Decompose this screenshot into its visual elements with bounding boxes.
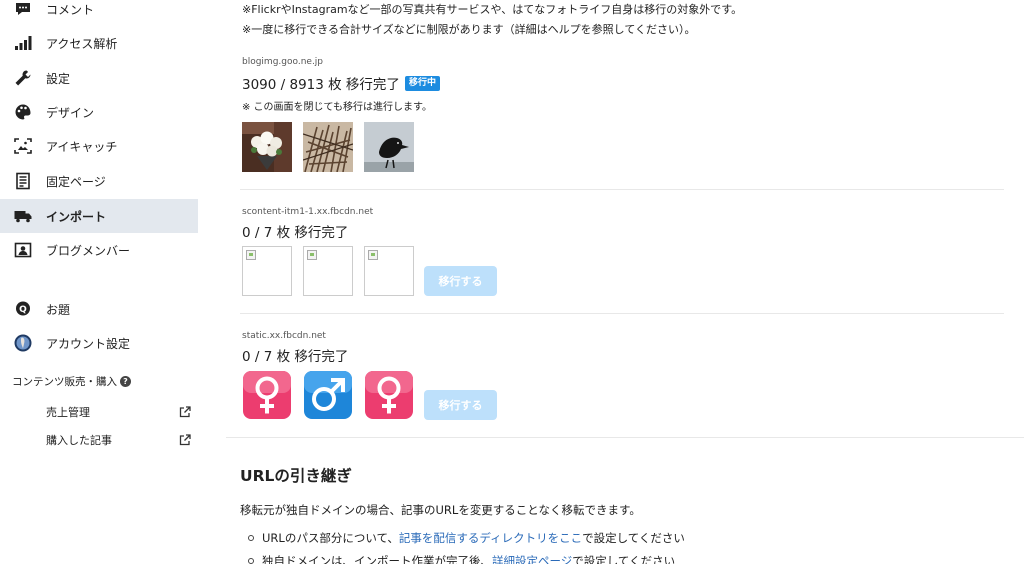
image-thumbnail	[364, 122, 414, 172]
broken-image-thumbnail	[242, 246, 292, 296]
source-domain: scontent-itm1-1.xx.fbcdn.net	[242, 207, 374, 217]
sidebar-item-label: お題	[46, 302, 71, 317]
document-icon	[12, 172, 34, 190]
section-divider	[240, 189, 1004, 190]
source-domain: blogimg.goo.ne.jp	[242, 57, 324, 67]
wrench-icon	[12, 69, 34, 87]
sidebar-item-label: アイキャッチ	[46, 139, 118, 154]
migration-status: 0 / 7 枚 移行完了	[242, 225, 349, 241]
url-inheritance-heading: URLの引き継ぎ	[240, 467, 352, 485]
content-sales-section-label: コンテンツ販売・購入 ?	[12, 374, 131, 389]
migrating-badge: 移行中	[404, 75, 440, 91]
truck-icon	[12, 207, 34, 225]
image-thumbnail	[303, 122, 353, 172]
sidebar-item-odai[interactable]: Q お題	[0, 292, 198, 326]
sidebar-item-import[interactable]: インポート	[0, 199, 198, 233]
sidebar-item-label: アカウント設定	[46, 336, 131, 351]
female-symbol-icon	[364, 370, 414, 420]
sidebar-item-sales-management[interactable]: 売上管理	[46, 404, 191, 420]
sidebar-item-label: ブログメンバー	[46, 243, 131, 258]
sidebar-item-design[interactable]: デザイン	[0, 95, 198, 129]
svg-text:Q: Q	[19, 305, 27, 315]
image-thumbnail	[242, 122, 292, 172]
directory-settings-link[interactable]: 記事を配信するディレクトリをここ	[399, 530, 582, 546]
sidebar-item-comment[interactable]: コメント	[0, 0, 198, 26]
section-divider	[226, 437, 1024, 438]
sidebar-item-account-settings[interactable]: アカウント設定	[0, 326, 198, 360]
migration-status: 3090 / 8913 枚 移行完了 移行中	[242, 73, 440, 93]
broken-image-icon	[246, 250, 256, 260]
avatar-icon	[12, 334, 34, 352]
sidebar-item-static-pages[interactable]: 固定ページ	[0, 164, 198, 198]
signal-bars-icon	[12, 34, 34, 52]
male-symbol-icon	[303, 370, 353, 420]
sidebar: コメント アクセス解析 設定 デザイン アイキャッチ 固定ページ インポート ブ…	[0, 0, 198, 564]
broken-image-icon	[368, 250, 378, 260]
female-symbol-icon	[242, 370, 292, 420]
source-domain: static.xx.fbcdn.net	[242, 331, 326, 341]
list-item: URLのパス部分について、 記事を配信するディレクトリをここ で設定してください	[248, 530, 685, 546]
sidebar-item-blog-members[interactable]: ブログメンバー	[0, 233, 198, 267]
advanced-settings-link[interactable]: 詳細設定ページ	[492, 553, 572, 564]
external-link-icon	[179, 406, 191, 418]
migrate-button[interactable]: 移行する	[424, 390, 497, 420]
sidebar-item-access-analysis[interactable]: アクセス解析	[0, 26, 198, 60]
note-excluded-services: ※FlickrやInstagramなど一部の写真共有サービスや、はてなフォトライ…	[242, 3, 743, 16]
broken-image-thumbnail	[303, 246, 353, 296]
sidebar-item-purchased-articles[interactable]: 購入した記事	[46, 432, 191, 448]
migration-status: 0 / 7 枚 移行完了	[242, 349, 349, 365]
bullet-marker	[248, 535, 254, 541]
member-card-icon	[12, 241, 34, 259]
migrate-button[interactable]: 移行する	[424, 266, 497, 296]
image-frame-icon	[12, 137, 34, 155]
sidebar-item-label: コメント	[46, 2, 95, 17]
broken-image-thumbnail	[364, 246, 414, 296]
note-continue-migration: ※ この画面を閉じても移行は進行します。	[242, 102, 433, 113]
section-divider	[240, 313, 1004, 314]
help-icon[interactable]: ?	[120, 376, 131, 387]
palette-icon	[12, 103, 34, 121]
external-link-icon	[179, 434, 191, 446]
q-badge-icon: Q	[12, 300, 34, 318]
broken-image-icon	[307, 250, 317, 260]
sidebar-item-label: デザイン	[46, 105, 95, 120]
sidebar-item-label: インポート	[46, 209, 107, 224]
url-inheritance-description: 移転元が独自ドメインの場合、記事のURLを変更することなく移転できます。	[240, 503, 641, 517]
bullet-marker	[248, 558, 254, 564]
list-item: 独自ドメインは、インポート作業が完了後、 詳細設定ページ で設定してください	[248, 553, 675, 564]
comment-icon	[12, 0, 34, 18]
sidebar-item-settings[interactable]: 設定	[0, 61, 198, 95]
sidebar-item-label: アクセス解析	[46, 36, 118, 51]
sidebar-item-label: 固定ページ	[46, 174, 106, 189]
note-size-limit: ※一度に移行できる合計サイズなどに制限があります（詳細はヘルプを参照してください…	[242, 23, 696, 36]
import-main-content: ※FlickrやInstagramなど一部の写真共有サービスや、はてなフォトライ…	[226, 0, 1024, 564]
sidebar-item-label: 設定	[46, 71, 71, 86]
sidebar-item-eyecatch[interactable]: アイキャッチ	[0, 129, 198, 163]
